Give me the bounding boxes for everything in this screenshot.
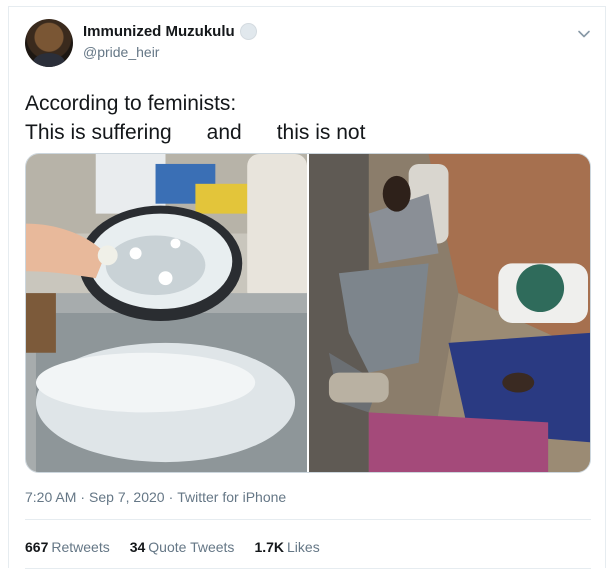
stat-label: Retweets	[51, 539, 110, 555]
media-photo-dishwashing[interactable]	[26, 154, 307, 472]
tweet-time[interactable]: 7:20 AM	[25, 489, 76, 505]
meta-separator: ·	[80, 489, 86, 505]
stat-label: Quote Tweets	[148, 539, 235, 555]
tweet-date[interactable]: Sep 7, 2020	[89, 489, 165, 505]
tweet-text: According to feminists: This is suffering…	[25, 89, 365, 147]
divider	[25, 519, 591, 520]
display-name[interactable]: Immunized Muzukulu	[83, 23, 235, 40]
tweet-source[interactable]: Twitter for iPhone	[177, 489, 286, 505]
tweet-text-line-2: This is suffering and this is not	[25, 121, 366, 144]
stat-retweets[interactable]: 667 Retweets	[25, 539, 110, 555]
tweet-stats: 667 Retweets 34 Quote Tweets 1.7K Likes	[25, 539, 320, 555]
stat-quote-tweets[interactable]: 34 Quote Tweets	[130, 539, 235, 555]
badge-icon	[239, 23, 257, 40]
tweet-card: Immunized Muzukulu @pride_heir According…	[8, 6, 606, 569]
stat-count: 1.7K	[254, 539, 285, 555]
user-handle[interactable]: @pride_heir	[83, 44, 159, 60]
avatar[interactable]	[25, 19, 73, 67]
tweet-media[interactable]	[25, 153, 591, 473]
meta-separator: ·	[168, 489, 174, 505]
chevron-down-icon[interactable]	[575, 25, 593, 43]
stat-label: Likes	[287, 539, 320, 555]
tweet-text-line-1: According to feminists:	[25, 92, 237, 115]
media-photo-workers[interactable]	[309, 154, 590, 472]
divider	[25, 568, 591, 569]
stat-count: 667	[25, 539, 49, 555]
author-name-row[interactable]: Immunized Muzukulu	[83, 23, 257, 40]
stat-count: 34	[129, 539, 146, 555]
tweet-meta: 7:20 AM · Sep 7, 2020 · Twitter for iPho…	[25, 489, 286, 505]
stat-likes[interactable]: 1.7K Likes	[254, 539, 319, 555]
